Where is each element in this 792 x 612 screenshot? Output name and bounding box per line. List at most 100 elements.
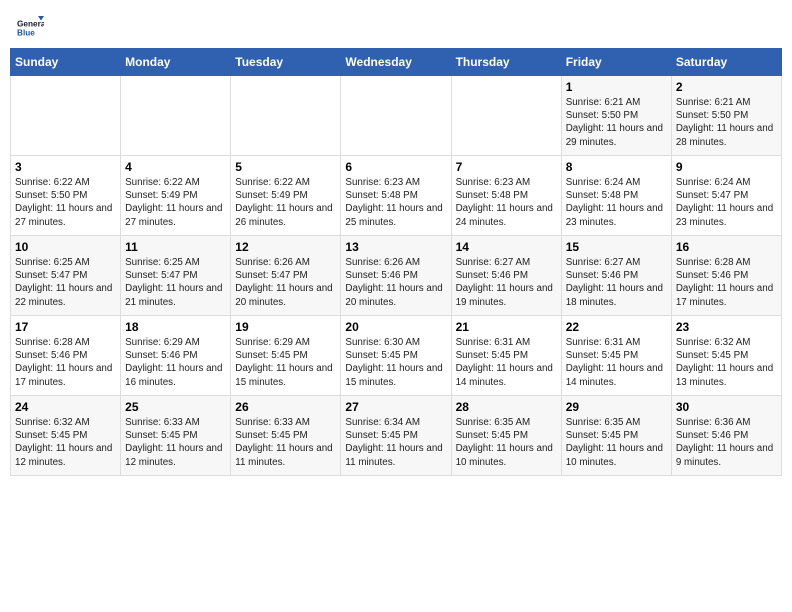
day-info: Sunrise: 6:21 AMSunset: 5:50 PMDaylight:… [676,96,777,149]
day-info: Sunrise: 6:27 AMSunset: 5:46 PMDaylight:… [456,256,557,309]
calendar-cell: 4 Sunrise: 6:22 AMSunset: 5:49 PMDaylight… [121,156,231,236]
calendar-cell: 23Sunrise: 6:32 AMSunset: 5:45 PMDayligh… [671,316,781,396]
logo-icon: General Blue [14,10,44,40]
calendar-cell: 28 Sunrise: 6:35 AMSunset: 5:45 PMDayligh… [451,396,561,476]
calendar-cell: 12 Sunrise: 6:26 AMSunset: 5:47 PMDayligh… [231,236,341,316]
calendar-cell: 15 Sunrise: 6:27 AMSunset: 5:46 PMDayligh… [561,236,671,316]
calendar-cell: 26 Sunrise: 6:33 AMSunset: 5:45 PMDayligh… [231,396,341,476]
calendar-cell [11,76,121,156]
calendar-cell: 29 Sunrise: 6:35 AMSunset: 5:45 PMDayligh… [561,396,671,476]
day-info: Sunrise: 6:32 AMSunset: 5:45 PMDaylight:… [15,416,116,469]
day-number: 25 [125,400,226,414]
calendar-cell: 3Sunrise: 6:22 AMSunset: 5:50 PMDaylight… [11,156,121,236]
day-number: 16 [676,240,777,254]
calendar-cell: 10 Sunrise: 6:25 AMSunset: 5:47 PMDayligh… [11,236,121,316]
day-number: 19 [235,320,336,334]
day-number: 15 [566,240,667,254]
day-info: Sunrise: 6:31 AMSunset: 5:45 PMDaylight:… [456,336,557,389]
logo: General Blue [14,10,48,40]
week-row-4: 17Sunrise: 6:28 AMSunset: 5:46 PMDayligh… [11,316,782,396]
calendar-cell: 11 Sunrise: 6:25 AMSunset: 5:47 PMDayligh… [121,236,231,316]
day-number: 27 [345,400,446,414]
day-number: 29 [566,400,667,414]
calendar-cell: 7 Sunrise: 6:23 AMSunset: 5:48 PMDaylight… [451,156,561,236]
calendar-cell: 6 Sunrise: 6:23 AMSunset: 5:48 PMDaylight… [341,156,451,236]
day-number: 14 [456,240,557,254]
weekday-header-friday: Friday [561,49,671,76]
day-info: Sunrise: 6:27 AMSunset: 5:46 PMDaylight:… [566,256,667,309]
calendar-cell: 13 Sunrise: 6:26 AMSunset: 5:46 PMDayligh… [341,236,451,316]
day-info: Sunrise: 6:25 AMSunset: 5:47 PMDaylight:… [125,256,226,309]
weekday-header-saturday: Saturday [671,49,781,76]
day-number: 6 [345,160,446,174]
day-number: 21 [456,320,557,334]
svg-text:General: General [17,20,44,29]
day-info: Sunrise: 6:24 AMSunset: 5:47 PMDaylight:… [676,176,777,229]
day-info: Sunrise: 6:36 AMSunset: 5:46 PMDaylight:… [676,416,777,469]
day-number: 22 [566,320,667,334]
day-info: Sunrise: 6:22 AMSunset: 5:49 PMDaylight:… [235,176,336,229]
day-number: 26 [235,400,336,414]
day-info: Sunrise: 6:23 AMSunset: 5:48 PMDaylight:… [345,176,446,229]
calendar-cell: 18Sunrise: 6:29 AMSunset: 5:46 PMDayligh… [121,316,231,396]
day-info: Sunrise: 6:29 AMSunset: 5:45 PMDaylight:… [235,336,336,389]
day-number: 10 [15,240,116,254]
day-number: 7 [456,160,557,174]
day-number: 2 [676,80,777,94]
day-info: Sunrise: 6:24 AMSunset: 5:48 PMDaylight:… [566,176,667,229]
weekday-header-thursday: Thursday [451,49,561,76]
day-info: Sunrise: 6:22 AMSunset: 5:49 PMDaylight:… [125,176,226,229]
day-number: 20 [345,320,446,334]
day-number: 4 [125,160,226,174]
calendar-cell: 17Sunrise: 6:28 AMSunset: 5:46 PMDayligh… [11,316,121,396]
calendar-cell: 27 Sunrise: 6:34 AMSunset: 5:45 PMDayligh… [341,396,451,476]
day-info: Sunrise: 6:34 AMSunset: 5:45 PMDaylight:… [345,416,446,469]
day-info: Sunrise: 6:33 AMSunset: 5:45 PMDaylight:… [125,416,226,469]
calendar-cell: 20 Sunrise: 6:30 AMSunset: 5:45 PMDayligh… [341,316,451,396]
calendar-cell: 19 Sunrise: 6:29 AMSunset: 5:45 PMDayligh… [231,316,341,396]
day-info: Sunrise: 6:25 AMSunset: 5:47 PMDaylight:… [15,256,116,309]
calendar-cell [341,76,451,156]
day-info: Sunrise: 6:29 AMSunset: 5:46 PMDaylight:… [125,336,226,389]
weekday-header-row: SundayMondayTuesdayWednesdayThursdayFrid… [11,49,782,76]
day-info: Sunrise: 6:23 AMSunset: 5:48 PMDaylight:… [456,176,557,229]
calendar-cell: 24 Sunrise: 6:32 AMSunset: 5:45 PMDayligh… [11,396,121,476]
day-info: Sunrise: 6:28 AMSunset: 5:46 PMDaylight:… [15,336,116,389]
day-number: 8 [566,160,667,174]
day-number: 11 [125,240,226,254]
calendar-cell: 25 Sunrise: 6:33 AMSunset: 5:45 PMDayligh… [121,396,231,476]
calendar-cell: 30 Sunrise: 6:36 AMSunset: 5:46 PMDayligh… [671,396,781,476]
weekday-header-tuesday: Tuesday [231,49,341,76]
day-info: Sunrise: 6:35 AMSunset: 5:45 PMDaylight:… [566,416,667,469]
day-info: Sunrise: 6:33 AMSunset: 5:45 PMDaylight:… [235,416,336,469]
calendar-cell: 14 Sunrise: 6:27 AMSunset: 5:46 PMDayligh… [451,236,561,316]
week-row-2: 3Sunrise: 6:22 AMSunset: 5:50 PMDaylight… [11,156,782,236]
day-info: Sunrise: 6:35 AMSunset: 5:45 PMDaylight:… [456,416,557,469]
day-info: Sunrise: 6:30 AMSunset: 5:45 PMDaylight:… [345,336,446,389]
calendar-cell: 8 Sunrise: 6:24 AMSunset: 5:48 PMDaylight… [561,156,671,236]
calendar-cell [121,76,231,156]
calendar-cell [451,76,561,156]
page-header: General Blue [10,10,782,40]
week-row-1: 1Sunrise: 6:21 AMSunset: 5:50 PMDaylight… [11,76,782,156]
calendar-cell: 21 Sunrise: 6:31 AMSunset: 5:45 PMDayligh… [451,316,561,396]
calendar-cell: 9Sunrise: 6:24 AMSunset: 5:47 PMDaylight… [671,156,781,236]
calendar-cell: 16 Sunrise: 6:28 AMSunset: 5:46 PMDayligh… [671,236,781,316]
calendar-cell: 5 Sunrise: 6:22 AMSunset: 5:49 PMDaylight… [231,156,341,236]
weekday-header-wednesday: Wednesday [341,49,451,76]
day-info: Sunrise: 6:26 AMSunset: 5:46 PMDaylight:… [345,256,446,309]
weekday-header-sunday: Sunday [11,49,121,76]
day-number: 24 [15,400,116,414]
svg-text:Blue: Blue [17,29,35,38]
day-info: Sunrise: 6:28 AMSunset: 5:46 PMDaylight:… [676,256,777,309]
calendar-cell [231,76,341,156]
calendar-cell: 22 Sunrise: 6:31 AMSunset: 5:45 PMDayligh… [561,316,671,396]
day-info: Sunrise: 6:26 AMSunset: 5:47 PMDaylight:… [235,256,336,309]
day-number: 5 [235,160,336,174]
day-number: 30 [676,400,777,414]
calendar-cell: 1Sunrise: 6:21 AMSunset: 5:50 PMDaylight… [561,76,671,156]
day-info: Sunrise: 6:31 AMSunset: 5:45 PMDaylight:… [566,336,667,389]
day-number: 28 [456,400,557,414]
day-number: 12 [235,240,336,254]
day-number: 13 [345,240,446,254]
